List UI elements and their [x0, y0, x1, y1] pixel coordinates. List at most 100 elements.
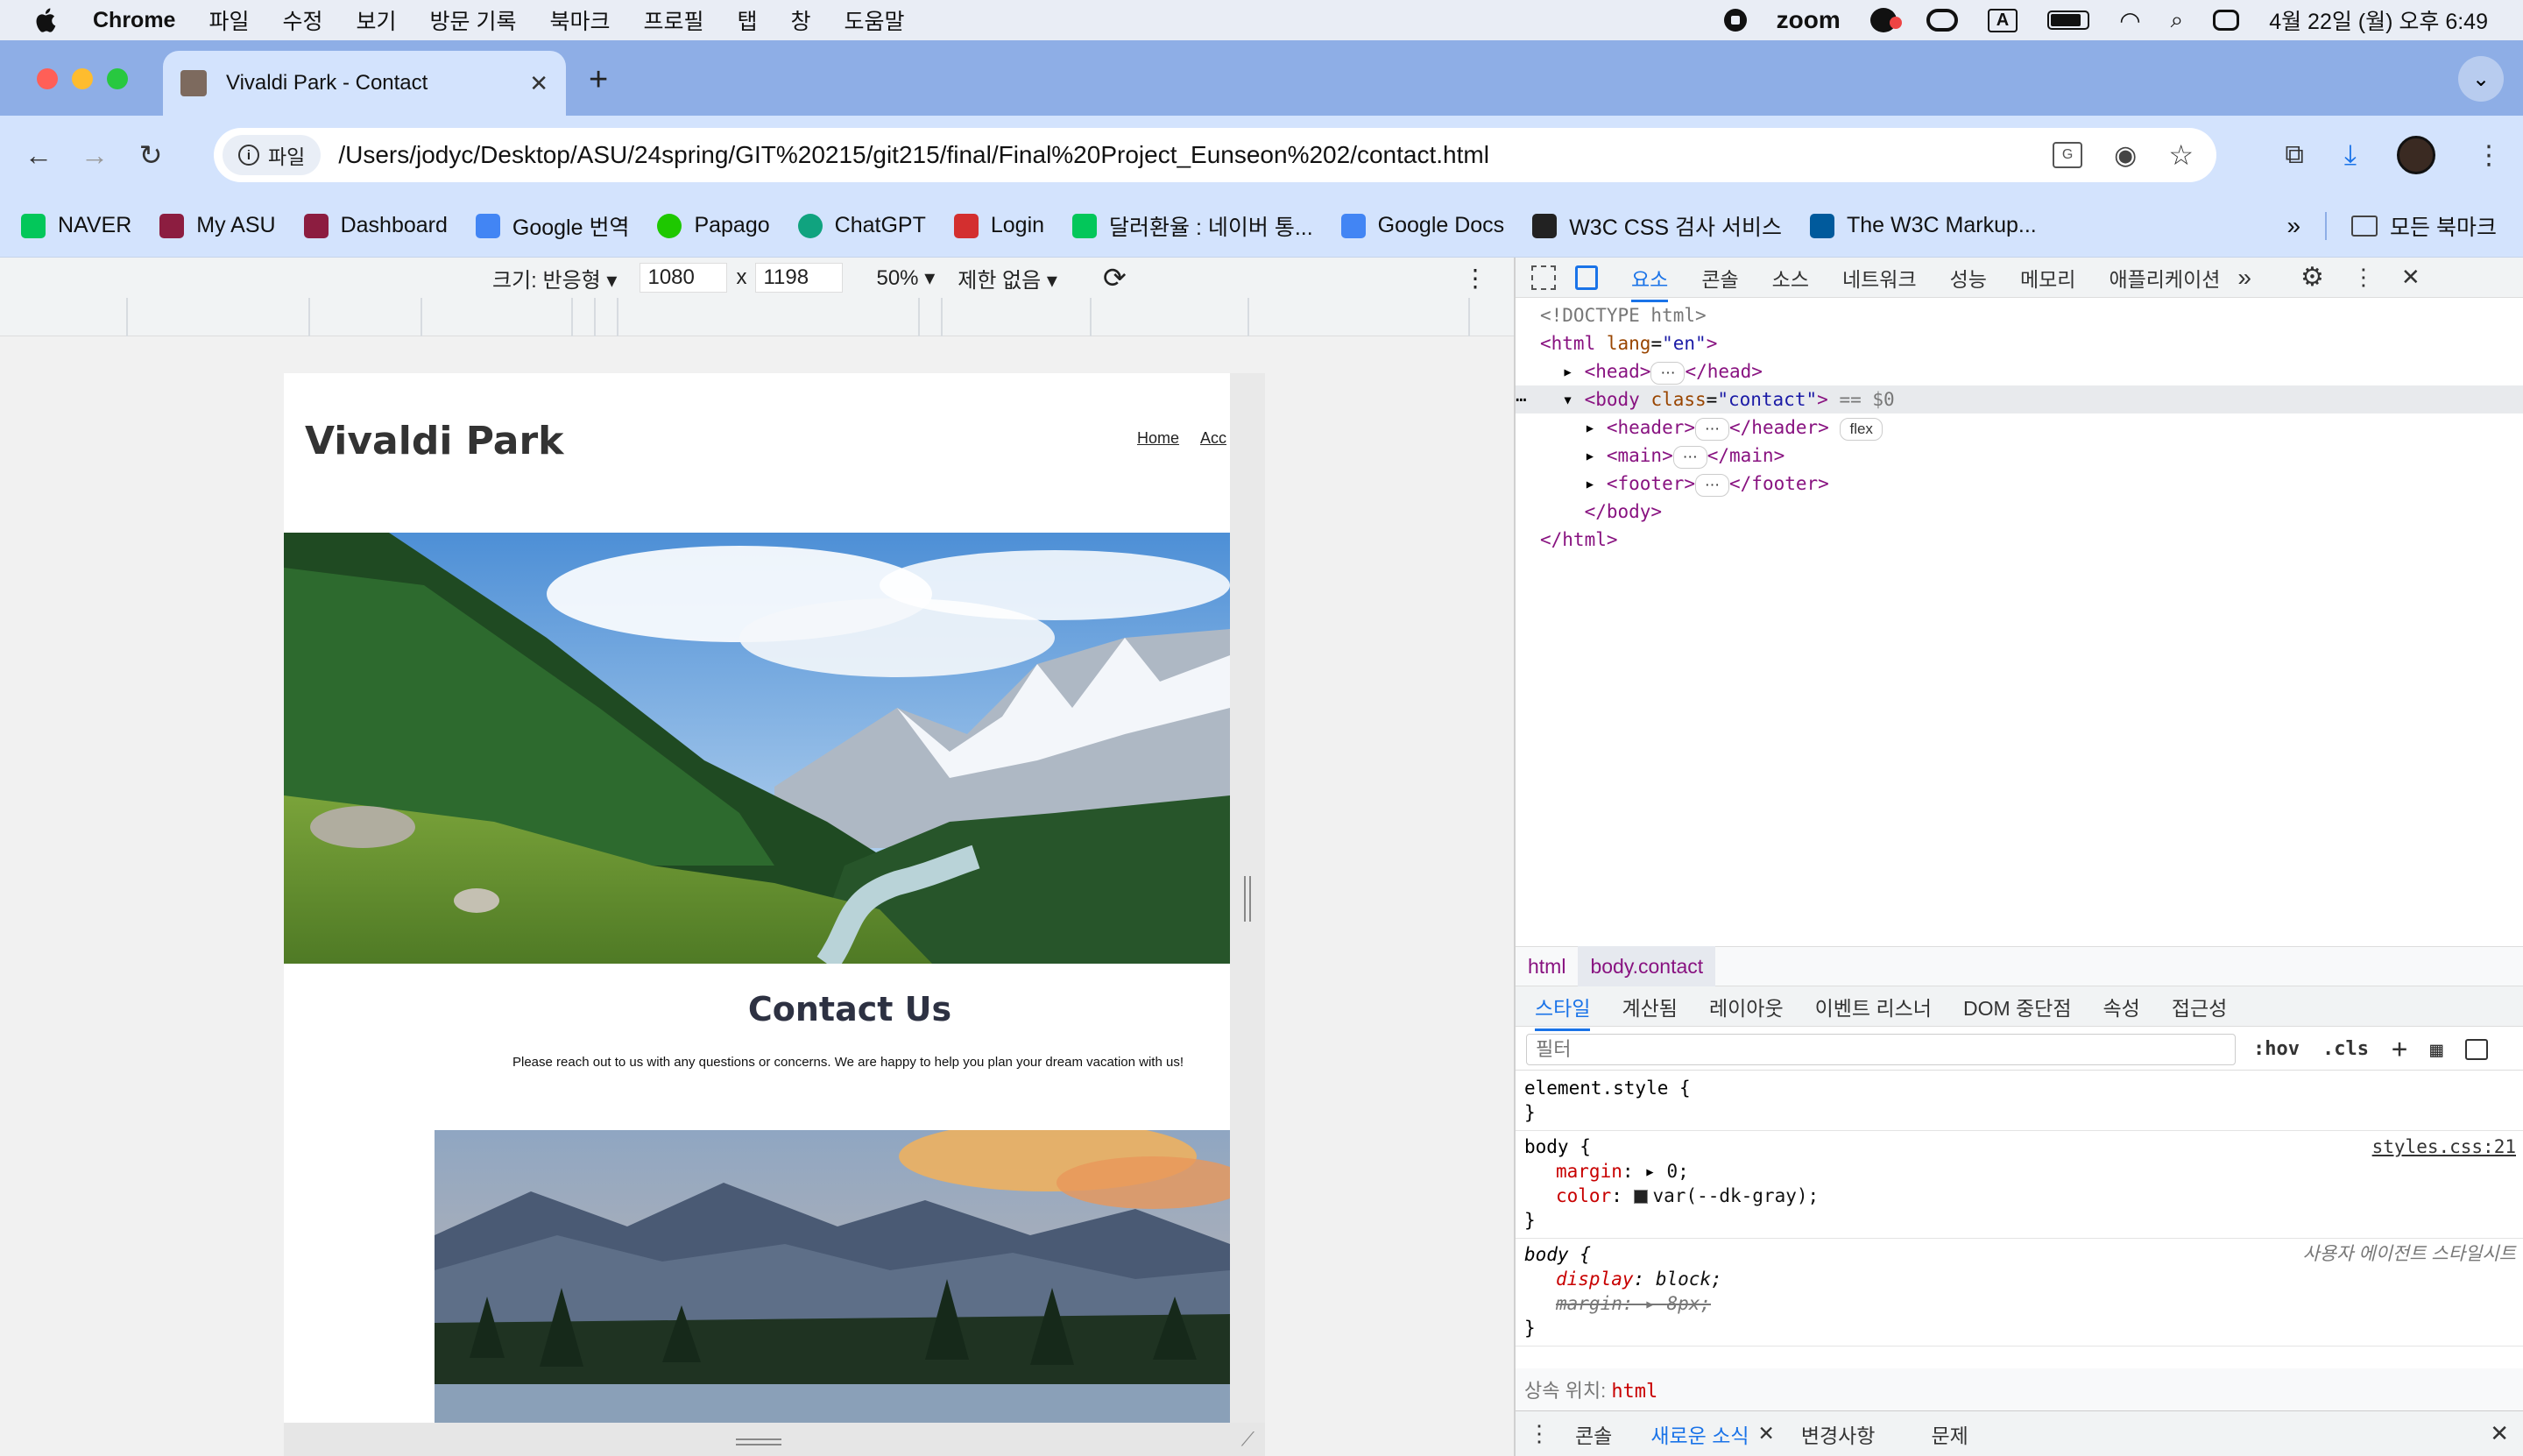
color-swatch[interactable]	[1633, 1190, 1648, 1204]
prop-color[interactable]: color: var(--dk-gray);	[1524, 1184, 2516, 1208]
width-input[interactable]: 1080	[640, 263, 728, 293]
ruler-segment[interactable]	[422, 298, 573, 336]
drawer-tab-whats-new[interactable]: 새로운 소식	[1650, 1419, 1749, 1449]
kakaotalk-icon[interactable]	[1869, 8, 1902, 32]
subtab-styles[interactable]: 스타일	[1535, 992, 1591, 1031]
styles-filter-input[interactable]	[1526, 1033, 2236, 1065]
apple-icon[interactable]	[32, 5, 61, 35]
rule-body-author[interactable]: body { styles.css:21 margin: ▸ 0; color:…	[1516, 1131, 2523, 1239]
corner-resize-icon[interactable]: ⟋	[1241, 1428, 1254, 1451]
bookmark-exchange-rate[interactable]: 달러환율 : 네이버 통...	[1072, 210, 1313, 242]
ellipsis-badge[interactable]: ⋯	[1695, 418, 1730, 441]
menu-file[interactable]: 파일	[208, 4, 249, 36]
prop-margin-overridden[interactable]: margin: ▸ 8px;	[1524, 1291, 2516, 1316]
add-rule-icon[interactable]: +	[2392, 1034, 2407, 1064]
ellipsis-badge[interactable]: ⋯	[1672, 446, 1707, 469]
drawer-tab-issues[interactable]: 문제	[1931, 1419, 1968, 1449]
ruler-segment[interactable]	[0, 298, 128, 336]
hov-button[interactable]: :hov	[2253, 1038, 2300, 1060]
ruler-segment[interactable]	[573, 298, 596, 336]
menu-history[interactable]: 방문 기록	[430, 4, 517, 36]
menu-app-name[interactable]: Chrome	[93, 8, 175, 33]
inspect-element-icon[interactable]	[1531, 265, 1556, 290]
close-drawer-icon[interactable]: ✕	[2490, 1420, 2509, 1447]
input-source-icon[interactable]: A	[1987, 8, 2018, 32]
drawer-tab-changes[interactable]: 변경사항	[1801, 1419, 1876, 1449]
ruler-segment[interactable]	[920, 298, 943, 336]
back-button[interactable]: ←	[21, 138, 56, 173]
more-tabs-icon[interactable]: »	[2237, 264, 2251, 292]
dom-doctype[interactable]: <!DOCTYPE html>	[1516, 301, 2523, 329]
menubar-clock[interactable]: 4월 22일 (월) 오후 6:49	[2269, 4, 2488, 36]
bottom-resize-handle[interactable]	[736, 1438, 781, 1445]
device-more-icon[interactable]: ⋮	[1463, 264, 1488, 293]
dom-body-close[interactable]: </body>	[1516, 498, 2523, 526]
ellipsis-badge[interactable]: ⋯	[1650, 362, 1686, 385]
device-toggle-icon[interactable]	[1575, 265, 1598, 290]
rule-source-link[interactable]: styles.css:21	[2372, 1134, 2516, 1159]
dom-head-node[interactable]: ▸ <head> ⋯ </head>	[1516, 357, 2523, 385]
close-devtools-icon[interactable]: ✕	[2401, 264, 2421, 291]
reload-button[interactable]: ↻	[133, 138, 168, 173]
resize-handle[interactable]	[1244, 876, 1251, 922]
dom-header-node[interactable]: ▸ <header> ⋯ </header> flex	[1516, 413, 2523, 442]
breadcrumb-body-contact[interactable]: body.contact	[1578, 946, 1716, 986]
menu-edit[interactable]: 수정	[282, 4, 322, 36]
dom-html-close[interactable]: </html>	[1516, 526, 2523, 554]
bookmark-w3c-css[interactable]: W3C CSS 검사 서비스	[1532, 210, 1782, 242]
forward-button[interactable]: →	[77, 138, 112, 173]
bookmark-google-translate[interactable]: Google 번역	[475, 210, 629, 242]
subtab-dom-breakpoints[interactable]: DOM 중단점	[1963, 992, 2072, 1021]
inherited-from-link[interactable]: html	[1611, 1381, 1657, 1403]
tab-application[interactable]: 애플리케이션	[2109, 263, 2220, 293]
zoom-dropdown[interactable]: 50% ▾	[876, 265, 935, 291]
spotlight-search-icon[interactable]: ⌕	[2171, 6, 2184, 34]
bookmark-my-asu[interactable]: My ASU	[159, 213, 276, 238]
zoom-label[interactable]: zoom	[1777, 6, 1841, 34]
bookmark-papago[interactable]: Papago	[657, 213, 770, 238]
translate-icon[interactable]: G	[2053, 142, 2083, 168]
minimize-window-button[interactable]	[72, 68, 93, 89]
ruler-segment[interactable]	[1092, 298, 1249, 336]
chrome-menu-icon[interactable]: ⋮	[2476, 140, 2502, 171]
site-info-chip[interactable]: i 파일	[223, 135, 322, 175]
subtab-computed[interactable]: 계산됨	[1622, 992, 1677, 1021]
dom-main-node[interactable]: ▸ <main> ⋯ </main>	[1516, 442, 2523, 470]
bookmark-google-docs[interactable]: Google Docs	[1340, 213, 1504, 238]
record-icon[interactable]	[1723, 9, 1747, 32]
more-bookmarks-icon[interactable]: »	[2286, 212, 2300, 240]
tab-memory[interactable]: 메모리	[2020, 263, 2075, 293]
eye-icon[interactable]: ◉	[2114, 140, 2137, 171]
menu-help[interactable]: 도움말	[845, 4, 905, 36]
url-text[interactable]: /Users/jodyc/Desktop/ASU/24spring/GIT%20…	[338, 141, 1489, 169]
ruler-segment[interactable]	[310, 298, 422, 336]
breadcrumb-html[interactable]: html	[1516, 955, 1578, 979]
toggle-sidebar-icon[interactable]	[2465, 1038, 2489, 1060]
close-tab-icon[interactable]: ✕	[529, 70, 548, 97]
all-bookmarks-label[interactable]: 모든 북마크	[2390, 210, 2497, 242]
menu-view[interactable]: 보기	[357, 4, 397, 36]
subtab-accessibility[interactable]: 접근성	[2172, 992, 2227, 1021]
tab-vivaldi-contact[interactable]: Vivaldi Park - Contact ✕	[163, 51, 566, 116]
bookmark-chatgpt[interactable]: ChatGPT	[797, 213, 926, 238]
subtab-properties[interactable]: 속성	[2103, 992, 2140, 1021]
dom-body-node[interactable]: ⋯ ▾ <body class="contact"> == $0	[1516, 385, 2523, 413]
settings-gear-icon[interactable]: ⚙	[2300, 262, 2324, 293]
prop-margin[interactable]: margin: ▸ 0;	[1524, 1159, 2516, 1184]
tab-sources[interactable]: 소스	[1772, 263, 1809, 293]
nav-accommodations-link[interactable]: Acc	[1200, 429, 1226, 448]
ruler-segment[interactable]	[943, 298, 1092, 336]
subtab-event-listeners[interactable]: 이벤트 리스너	[1815, 992, 1932, 1021]
expand-icon[interactable]: ▸	[1644, 1161, 1656, 1182]
close-window-button[interactable]	[37, 68, 58, 89]
menu-tab[interactable]: 탭	[738, 4, 758, 36]
dom-footer-node[interactable]: ▸ <footer> ⋯ </footer>	[1516, 470, 2523, 498]
drawer-menu-icon[interactable]: ⋮	[1528, 1420, 1551, 1447]
dimensions-dropdown[interactable]: 크기: 반응형 ▾	[492, 263, 617, 293]
ruler-segment[interactable]	[596, 298, 618, 336]
throttle-dropdown[interactable]: 제한 없음 ▾	[958, 263, 1057, 293]
download-icon[interactable]: ⤓	[2344, 138, 2357, 172]
tab-network[interactable]: 네트워크	[1842, 263, 1917, 293]
tab-performance[interactable]: 성능	[1950, 263, 1987, 293]
subtab-layout[interactable]: 레이아웃	[1709, 992, 1784, 1021]
